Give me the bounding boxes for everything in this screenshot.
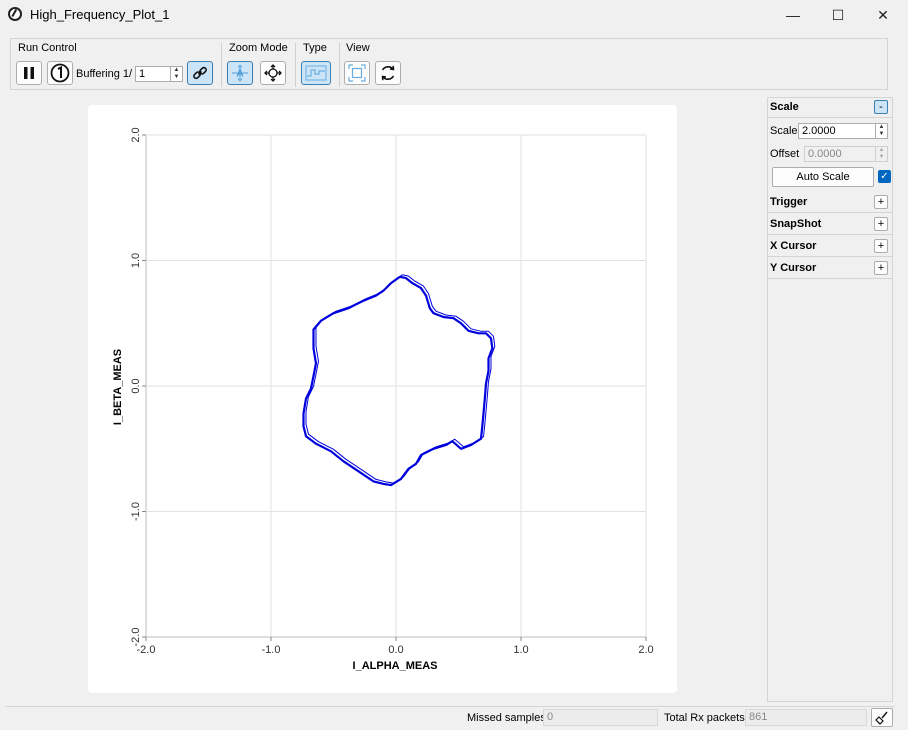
run-control-label: Run Control: [18, 42, 77, 54]
refresh-button[interactable]: [375, 61, 401, 85]
toolbar-separator: [295, 43, 296, 87]
section-header-x-cursor[interactable]: X Cursor +: [768, 237, 892, 257]
trace-line-secondary: [305, 274, 496, 484]
toolbar: Run Control Buffering 1/ 1 ▲ ▼ Zoom Mode …: [10, 38, 888, 90]
auto-zoom-button[interactable]: A: [227, 61, 253, 85]
close-button[interactable]: ✕: [860, 0, 906, 30]
minimize-button[interactable]: —: [770, 0, 816, 30]
x-tick-label: 1.0: [513, 644, 528, 656]
offset-label: Offset: [770, 148, 800, 160]
spin-arrows-icon[interactable]: ▲ ▼: [875, 124, 887, 138]
refresh-icon: [381, 65, 395, 81]
auto-scale-checkbox[interactable]: ✓: [878, 170, 891, 183]
auto-scale-button[interactable]: Auto Scale: [772, 167, 874, 187]
link-button[interactable]: [187, 61, 213, 85]
x-tick-label: 2.0: [638, 644, 653, 656]
view-label: View: [346, 42, 370, 54]
pan-zoom-button[interactable]: [260, 61, 286, 85]
section-label: SnapShot: [770, 218, 822, 230]
pause-button[interactable]: [16, 61, 42, 85]
svg-text:A: A: [236, 69, 243, 80]
plot-type-button[interactable]: [301, 61, 331, 85]
broom-icon: [875, 711, 888, 725]
pause-icon: [24, 67, 34, 79]
app-logo-icon: [8, 7, 22, 21]
missed-samples-value: 0: [543, 709, 658, 726]
single-shot-icon: [50, 63, 70, 83]
settings-panel: Scale - Scale 2.0000 ▲ ▼ Offset 0.0000 ▲ ▼…: [767, 97, 893, 702]
collapse-toggle-button[interactable]: -: [874, 100, 888, 114]
y-axis-label: I_BETA_MEAS: [112, 349, 124, 425]
total-rx-packets-value: 861: [745, 709, 867, 726]
type-label: Type: [303, 42, 327, 54]
grid-lines: [145, 134, 647, 638]
x-axis-label: I_ALPHA_MEAS: [353, 660, 438, 672]
zoom-mode-label: Zoom Mode: [229, 42, 288, 54]
spin-arrows-icon[interactable]: ▲ ▼: [875, 147, 887, 161]
expand-toggle-button[interactable]: +: [874, 217, 888, 231]
x-tick-label: 0.0: [388, 644, 403, 656]
section-header-y-cursor[interactable]: Y Cursor +: [768, 259, 892, 279]
y-tick-label: 0.0: [130, 378, 142, 393]
maximize-button[interactable]: ☐: [815, 0, 861, 30]
trace-line: [302, 275, 494, 487]
total-rx-packets-label: Total Rx packets: [664, 712, 745, 724]
fit-view-button[interactable]: [344, 61, 370, 85]
y-tick-label: 1.0: [130, 253, 142, 268]
scale-value: 2.0000: [802, 125, 836, 137]
section-header-trigger[interactable]: Trigger +: [768, 193, 892, 213]
xy-plot[interactable]: -2.0 -1.0 0.0 1.0 2.0 -2.0 -1.0 0.0 1.0 2.0 I_AL…: [88, 105, 677, 693]
expand-toggle-button[interactable]: +: [874, 261, 888, 275]
buffering-spinbox[interactable]: 1 ▲ ▼: [135, 66, 183, 82]
section-label: Trigger: [770, 196, 808, 208]
missed-samples-label: Missed samples: [467, 712, 546, 724]
x-axis-ticks: -2.0 -1.0 0.0 1.0 2.0: [137, 637, 654, 656]
offset-value: 0.0000: [808, 148, 842, 160]
y-tick-label: -2.0: [130, 628, 142, 647]
y-axis-ticks: -2.0 -1.0 0.0 1.0 2.0: [130, 127, 146, 646]
scale-label: Scale: [770, 125, 798, 137]
section-header-snapshot[interactable]: SnapShot +: [768, 215, 892, 235]
scale-input[interactable]: 2.0000 ▲ ▼: [798, 123, 888, 139]
title-bar: High_Frequency_Plot_1 — ☐ ✕: [0, 0, 908, 30]
spin-arrows-icon[interactable]: ▲ ▼: [170, 67, 182, 81]
scale-header-label: Scale: [770, 101, 799, 113]
y-tick-label: -1.0: [130, 502, 142, 521]
toolbar-separator: [221, 43, 222, 87]
single-shot-button[interactable]: [47, 61, 73, 85]
offset-input[interactable]: 0.0000 ▲ ▼: [804, 146, 888, 162]
section-label: X Cursor: [770, 240, 817, 252]
clear-button[interactable]: [871, 708, 893, 727]
section-label: Y Cursor: [770, 262, 817, 274]
auto-zoom-icon: A: [232, 64, 248, 82]
fit-view-icon: [348, 64, 366, 82]
link-icon: [193, 66, 207, 80]
buffering-label: Buffering 1/: [76, 68, 133, 80]
y-tick-label: 2.0: [130, 127, 142, 142]
toolbar-separator: [339, 43, 340, 87]
expand-toggle-button[interactable]: +: [874, 239, 888, 253]
move-arrows-icon: [264, 64, 282, 82]
scale-section-header[interactable]: Scale -: [768, 98, 892, 118]
x-tick-label: -1.0: [262, 644, 281, 656]
waveform-icon: [305, 65, 327, 81]
buffering-value: 1: [139, 68, 146, 80]
status-bar: Missed samples 0 Total Rx packets 861: [5, 706, 895, 729]
window-title: High_Frequency_Plot_1: [30, 7, 170, 22]
expand-toggle-button[interactable]: +: [874, 195, 888, 209]
plot-area[interactable]: -2.0 -1.0 0.0 1.0 2.0 -2.0 -1.0 0.0 1.0 2.0 I_AL…: [88, 105, 677, 693]
